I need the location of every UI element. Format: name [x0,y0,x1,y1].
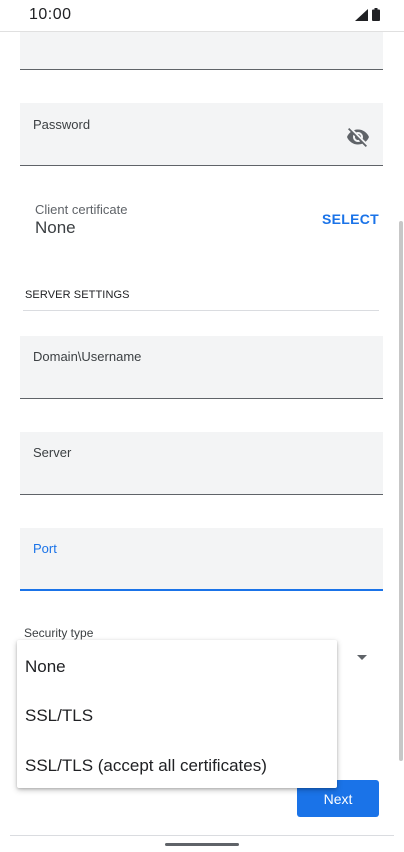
client-certificate-value: None [35,218,76,237]
server-field[interactable]: Server [20,432,383,495]
menu-item-ssl-tls[interactable]: SSL/TLS [25,706,93,726]
signal-icon [355,8,368,21]
status-bar: 10:00 [0,0,404,32]
client-certificate-label: Client certificate [35,202,128,217]
password-label: Password [33,117,91,132]
port-field[interactable]: Port [20,528,383,591]
nav-divider [10,835,394,836]
server-label: Server [33,445,72,460]
password-field[interactable]: Password [20,103,383,166]
dropdown-arrow-icon[interactable] [357,655,367,660]
security-type-label: Security type [24,626,94,640]
home-gesture-handle[interactable] [165,843,239,846]
menu-item-none[interactable]: None [25,657,66,677]
scrollbar[interactable] [399,221,403,761]
domain-username-label: Domain\Username [33,349,142,364]
domain-username-field[interactable]: Domain\Username [20,336,383,399]
battery-icon [372,8,380,21]
server-settings-header: SERVER SETTINGS [25,289,130,301]
status-icons [355,8,380,21]
security-type-menu: None SSL/TLS SSL/TLS (accept all certifi… [17,640,337,788]
menu-item-ssl-tls-accept-all[interactable]: SSL/TLS (accept all certificates) [25,756,267,776]
section-divider [23,310,379,311]
port-label: Port [33,541,57,556]
visibility-off-icon[interactable] [346,125,370,149]
select-certificate-button[interactable]: SELECT [322,211,379,227]
status-time: 10:00 [29,6,72,23]
username-field[interactable] [20,32,383,70]
